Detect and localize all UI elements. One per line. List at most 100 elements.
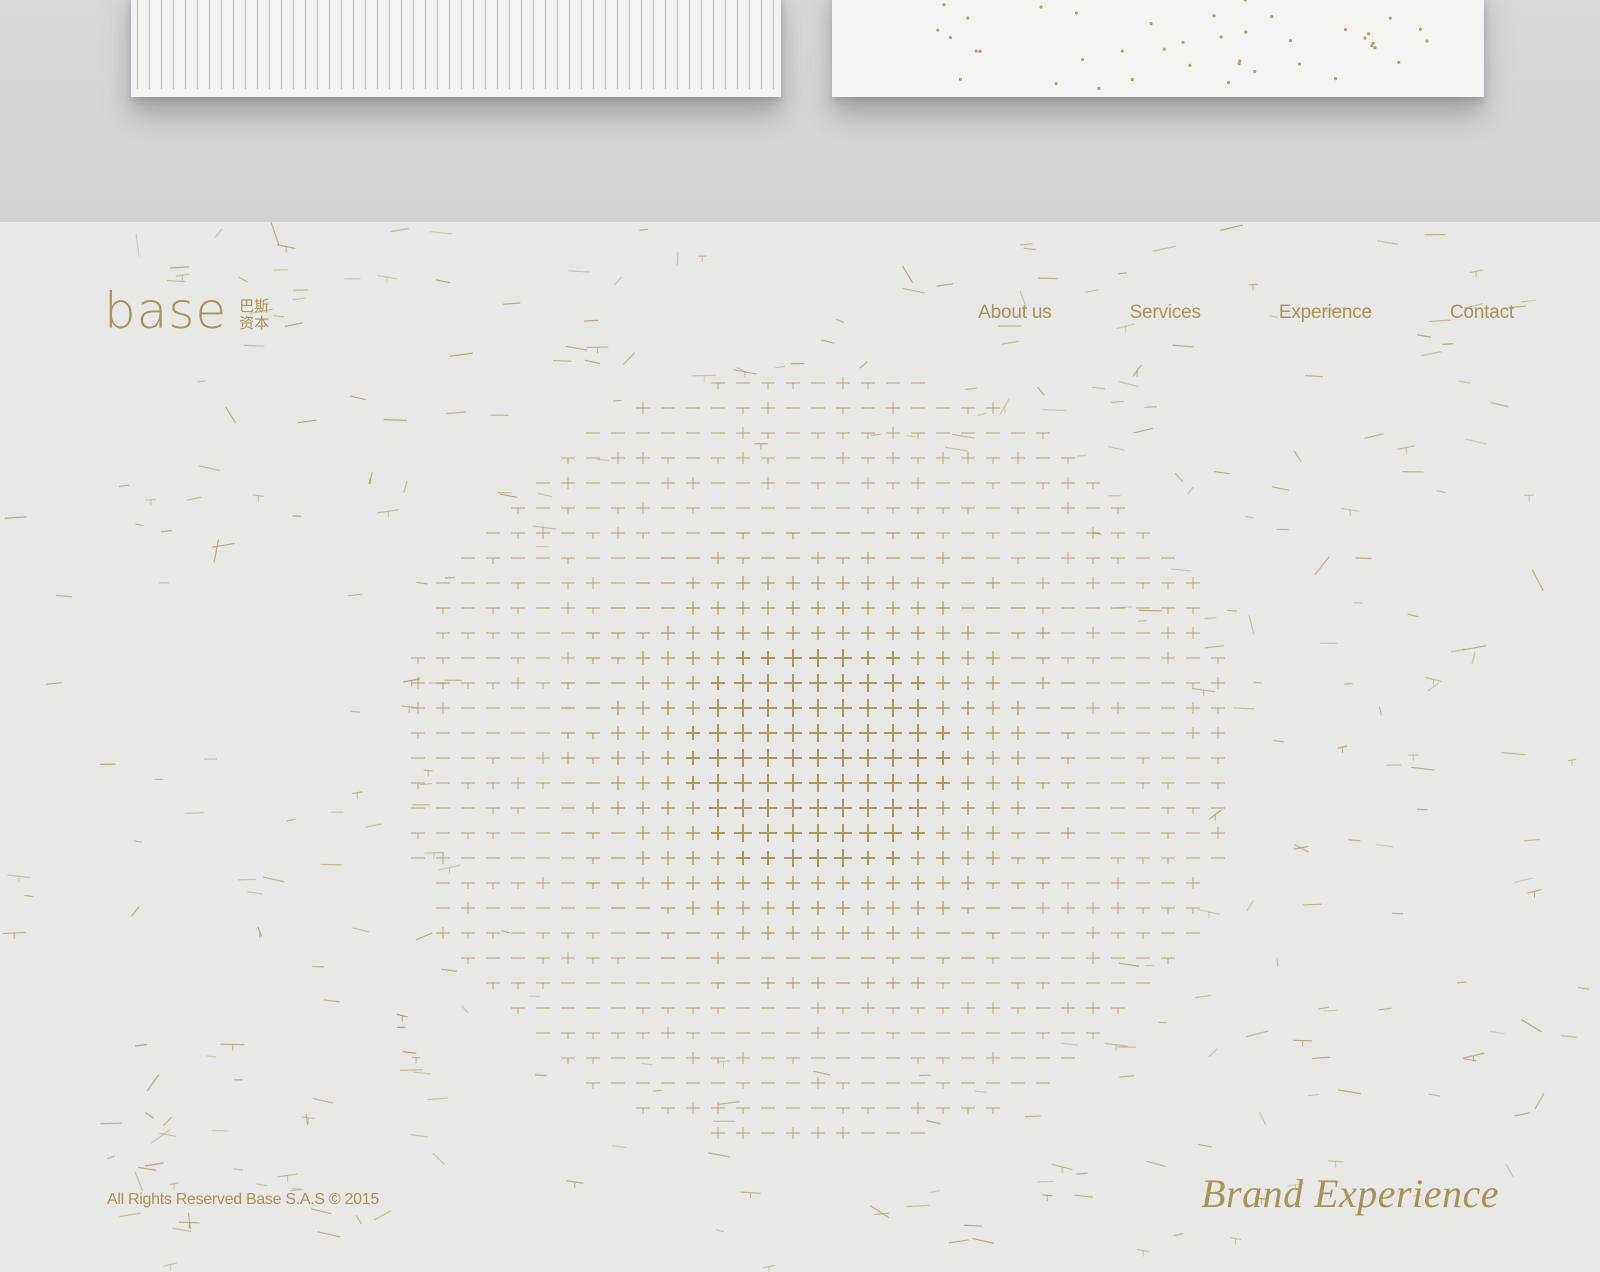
cross-mark-icon <box>834 649 852 667</box>
cross-mark-icon <box>909 724 927 742</box>
scatter-dash <box>1489 1030 1505 1035</box>
scatter-dash <box>1328 1160 1344 1168</box>
cross-mark-icon <box>936 776 950 790</box>
cross-mark-icon <box>736 926 750 940</box>
cross-mark-icon <box>586 932 600 939</box>
scatter-dash <box>1144 406 1157 408</box>
cross-mark-icon <box>986 577 1000 589</box>
cross-mark-icon <box>709 749 727 767</box>
nav-services[interactable]: Services <box>1130 302 1201 324</box>
scatter-dash <box>277 1173 298 1182</box>
scatter-dash <box>613 399 622 402</box>
card-dot <box>1366 32 1371 36</box>
card-dot <box>1343 28 1348 32</box>
scatter-dash <box>611 1145 627 1149</box>
cross-mark-icon <box>734 774 752 792</box>
card-dot <box>958 77 963 81</box>
nav-experience[interactable]: Experience <box>1279 302 1372 324</box>
cross-mark-icon <box>661 477 675 489</box>
cross-mark-icon <box>1086 1002 1100 1014</box>
card-dot <box>974 49 978 53</box>
card-mockup-band <box>0 0 1600 222</box>
cross-mark-icon <box>711 601 725 615</box>
cross-mark-icon <box>686 801 700 815</box>
scatter-dash <box>1397 445 1416 454</box>
scatter-dash <box>1132 364 1142 377</box>
cross-mark-icon <box>1036 432 1050 439</box>
scatter-dash <box>4 516 27 519</box>
cross-mark-icon <box>936 801 950 815</box>
scatter-dash <box>237 878 256 881</box>
cross-mark-icon <box>1111 902 1125 914</box>
cross-mark-icon <box>611 507 625 514</box>
cross-mark-icon <box>1061 552 1075 564</box>
cross-mark-icon <box>761 901 775 915</box>
logo[interactable]: base 巴斯 资本 <box>104 276 269 336</box>
cross-mark-icon <box>561 752 575 764</box>
scatter-dash <box>377 274 397 284</box>
cross-mark-icon <box>661 932 675 939</box>
cross-mark-icon <box>936 532 950 539</box>
cross-mark-icon <box>1111 877 1125 889</box>
cross-mark-icon <box>759 749 777 767</box>
scatter-dash <box>323 999 340 1003</box>
scatter-dash <box>160 529 173 533</box>
cross-mark-icon <box>836 901 850 915</box>
cross-mark-icon <box>611 701 625 715</box>
cross-mark-icon <box>811 926 825 940</box>
scatter-dash <box>1037 386 1045 396</box>
scatter-dash <box>1442 343 1454 346</box>
scatter-dash <box>1119 381 1139 388</box>
scatter-dash <box>186 496 202 501</box>
cross-mark-icon <box>1136 532 1150 539</box>
cross-mark-icon <box>861 1107 875 1114</box>
nav-contact[interactable]: Contact <box>1450 302 1514 324</box>
cross-mark-icon <box>809 849 827 867</box>
scatter-dash <box>1318 1006 1330 1010</box>
cross-mark-icon <box>711 932 725 939</box>
scatter-dash <box>1037 1180 1054 1183</box>
cross-mark-icon <box>461 782 475 789</box>
scatter-dash <box>1521 1018 1542 1033</box>
scatter-dash <box>233 1168 244 1171</box>
cross-mark-icon <box>961 826 975 840</box>
cross-mark-icon <box>1186 807 1200 814</box>
cross-mark-icon <box>761 432 775 439</box>
scatter-dash <box>1465 438 1487 445</box>
cross-mark-icon <box>811 1027 825 1039</box>
cross-mark-icon <box>711 1127 725 1139</box>
cross-mark-icon <box>686 726 700 740</box>
cross-mark-icon <box>911 676 925 690</box>
cross-mark-icon <box>761 402 775 414</box>
cross-mark-icon <box>911 1102 925 1114</box>
scatter-dash <box>1001 340 1019 345</box>
nav-about-us[interactable]: About us <box>978 302 1052 324</box>
scatter-dash <box>553 359 572 362</box>
scatter-dash <box>1407 613 1419 618</box>
scatter-dash <box>1118 962 1140 967</box>
scatter-dash <box>100 1122 122 1125</box>
cross-mark-icon <box>836 1107 850 1114</box>
cross-mark-icon <box>759 824 777 842</box>
cross-mark-icon <box>661 851 675 865</box>
scatter-dash <box>1152 245 1176 252</box>
scatter-dash <box>320 863 342 866</box>
cross-mark-icon <box>611 452 625 464</box>
cross-mark-icon <box>1136 907 1150 914</box>
cross-mark-icon <box>686 577 700 589</box>
cross-mark-icon <box>686 1052 700 1064</box>
scatter-dash <box>1138 609 1163 612</box>
scatter-dash <box>1302 903 1322 906</box>
cross-mark-icon <box>486 882 500 889</box>
scatter-dash <box>416 581 428 585</box>
scatter-dash <box>1364 433 1384 439</box>
cross-mark-icon <box>911 876 925 890</box>
scatter-dash <box>820 339 835 344</box>
cross-mark-icon <box>536 682 550 689</box>
footer-copyright: All Rights Reserved Base S.A.S © 2015 <box>107 1191 379 1208</box>
cross-mark-icon <box>611 726 625 740</box>
cross-mark-icon <box>861 926 875 940</box>
cross-mark-icon <box>859 824 877 842</box>
cross-mark-icon <box>686 507 700 514</box>
cross-mark-icon <box>511 607 525 614</box>
